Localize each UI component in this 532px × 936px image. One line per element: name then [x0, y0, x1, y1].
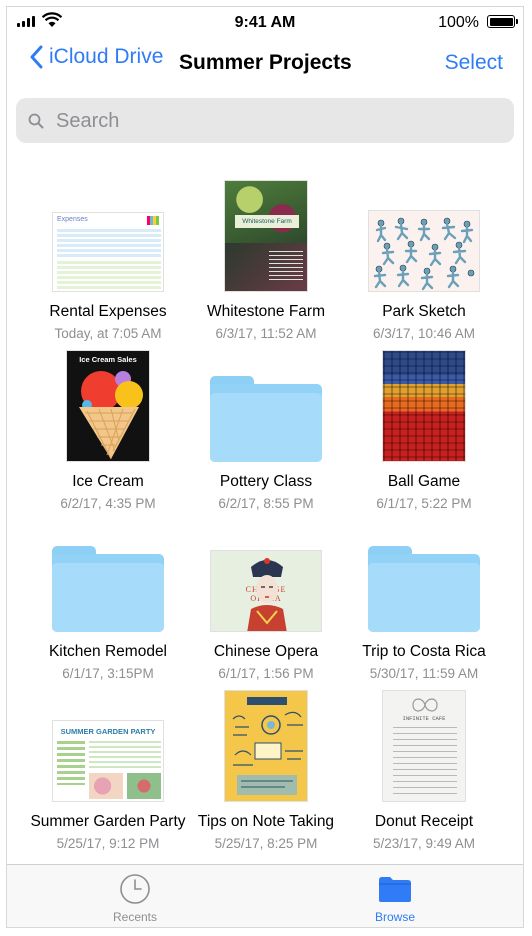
folder-name: Kitchen Remodel: [48, 643, 168, 660]
thumbnail-title: Whitestone Farm: [235, 215, 299, 228]
clock-icon: [120, 874, 150, 904]
select-button[interactable]: Select: [445, 51, 503, 75]
tab-bar: Recents Browse: [7, 864, 523, 927]
folder-date: 5/30/17, 11:59 AM: [369, 666, 479, 681]
file-name: Tips on Note Taking: [197, 813, 335, 830]
file-date: 6/3/17, 10:46 AM: [372, 326, 476, 341]
folder-icon: [52, 546, 164, 632]
folder-date: 6/2/17, 8:55 PM: [218, 496, 314, 511]
spreadsheet-thumbnail: SUMMER GARDEN PARTY: [52, 720, 164, 802]
tab-label: Recents: [112, 910, 158, 924]
folder-date: 6/1/17, 3:15PM: [62, 666, 154, 681]
spreadsheet-thumbnail: Expenses: [52, 212, 164, 292]
battery-percent: 100%: [438, 14, 479, 31]
file-name: Donut Receipt: [374, 813, 474, 830]
thumbnail-title: Expenses: [57, 216, 88, 223]
thumbnail-title: SUMMER GARDEN PARTY: [60, 727, 156, 736]
file-date: 5/25/17, 9:12 PM: [56, 836, 160, 851]
back-button-label: iCloud Drive: [49, 45, 164, 68]
file-name: Ball Game: [387, 473, 461, 490]
file-date: 6/3/17, 11:52 AM: [215, 326, 317, 341]
folder-icon: [210, 376, 322, 462]
folder-icon: [379, 877, 411, 902]
sketch-thumbnail: [368, 210, 480, 292]
tab-browse[interactable]: Browse: [325, 865, 465, 927]
file-name: Ice Cream: [72, 473, 144, 490]
page-title: Summer Projects: [179, 51, 352, 74]
file-name: Chinese Opera: [213, 643, 319, 660]
file-date: 5/23/17, 9:49 AM: [372, 836, 476, 851]
thumbnail-title: INFINITE CAFE: [402, 715, 446, 722]
notes-thumbnail: [224, 690, 308, 802]
file-date: Today, at 7:05 AM: [54, 326, 162, 341]
file-name: Summer Garden Party: [30, 813, 186, 830]
tab-recents[interactable]: Recents: [65, 865, 205, 927]
tab-label: Browse: [374, 910, 415, 924]
battery-icon: [487, 15, 518, 28]
poster-thumbnail: Ice Cream Sales: [66, 350, 150, 462]
chevron-left-icon: [30, 45, 43, 69]
document-thumbnail: Whitestone Farm: [224, 180, 308, 292]
folder-name: Pottery Class: [219, 473, 313, 490]
file-date: 6/2/17, 4:35 PM: [60, 496, 156, 511]
folder-name: Trip to Costa Rica: [362, 643, 486, 660]
navigation-bar: iCloud Drive Summer Projects Select: [7, 43, 523, 87]
file-date: 5/25/17, 8:25 PM: [214, 836, 318, 851]
search-input[interactable]: [54, 98, 498, 145]
photo-thumbnail: [382, 350, 466, 462]
back-button[interactable]: iCloud Drive: [29, 45, 163, 69]
file-name: Rental Expenses: [49, 303, 167, 320]
search-bar[interactable]: [16, 98, 514, 145]
file-date: 6/1/17, 5:22 PM: [376, 496, 472, 511]
file-name: Park Sketch: [382, 303, 466, 320]
files-app-window: 9:41 AM 100% iCloud Drive Summer Project…: [6, 6, 524, 928]
file-name: Whitestone Farm: [206, 303, 325, 320]
receipt-thumbnail: INFINITE CAFE: [382, 690, 466, 802]
search-icon: [28, 113, 44, 129]
presentation-thumbnail: CHINESE OPERA: [210, 550, 322, 632]
status-bar: 9:41 AM 100%: [7, 7, 523, 37]
folder-icon: [368, 546, 480, 632]
file-date: 6/1/17, 1:56 PM: [218, 666, 314, 681]
